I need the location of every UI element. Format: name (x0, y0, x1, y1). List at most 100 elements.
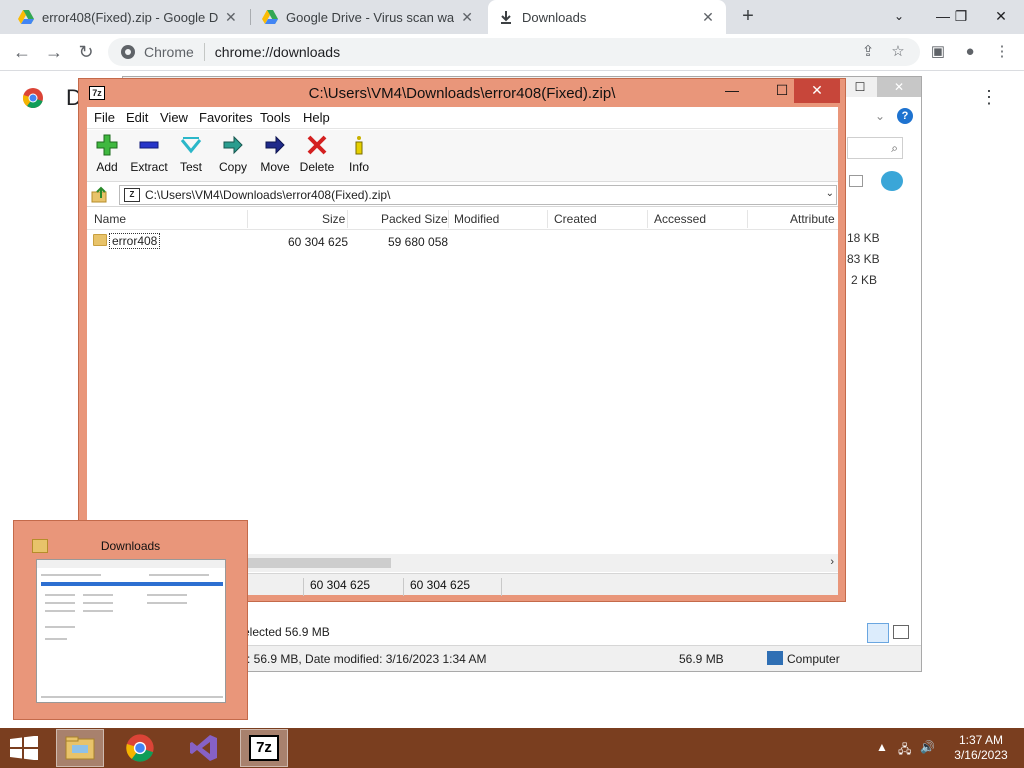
scroll-right-icon[interactable]: › (830, 556, 834, 568)
copy-button[interactable]: Copy (209, 134, 257, 174)
tab-title: error408(Fixed).zip - Google Drive (42, 9, 218, 25)
up-folder-icon[interactable] (91, 186, 109, 204)
show-hidden-icons-icon[interactable]: ▲ (876, 740, 888, 754)
col-separator (448, 210, 449, 228)
add-button[interactable]: Add (83, 134, 131, 174)
google-drive-icon (262, 10, 278, 24)
sevenzip-toolbar: Add Extract Test Copy Move Delete Info (87, 130, 838, 182)
help-icon[interactable]: ? (897, 108, 913, 124)
col-packed-size[interactable]: Packed Size (381, 212, 448, 226)
menu-help[interactable]: Help (303, 110, 330, 125)
selection-status: elected 56.9 MB (243, 625, 330, 639)
profile-avatar-icon[interactable]: ● (958, 40, 982, 64)
tab-google-drive-zip[interactable]: error408(Fixed).zip - Google Drive ✕ (8, 0, 248, 34)
close-icon[interactable]: ✕ (794, 79, 840, 103)
tab-downloads[interactable]: Downloads ✕ (488, 0, 726, 34)
chrome-menu-icon[interactable]: ⋮ (990, 40, 1014, 64)
more-options-icon[interactable]: ⋮ (980, 87, 998, 108)
network-icon[interactable]: 🖧 (898, 740, 911, 761)
move-button[interactable]: Move (251, 134, 299, 174)
path-text: C:\Users\VM4\Downloads\error408(Fixed).z… (145, 188, 391, 202)
menu-favorites[interactable]: Favorites (199, 110, 252, 125)
tab-virus-scan-warning[interactable]: Google Drive - Virus scan warning ✕ (252, 0, 484, 34)
omnibox-divider (203, 43, 205, 61)
reload-icon[interactable]: ↻ (74, 40, 98, 64)
status-total-size: 60 304 625 (310, 578, 371, 592)
taskbar-clock[interactable]: 1:37 AM 3/16/2023 (946, 733, 1016, 763)
address-bar[interactable]: Chrome chrome://downloads (108, 38, 920, 66)
explorer-dropdown-icon[interactable]: ⌄ (875, 109, 885, 123)
table-row[interactable]: error408 60 304 625 59 680 058 (87, 231, 838, 251)
maximize-icon[interactable]: ☐ (769, 79, 795, 103)
info-label: Info (348, 160, 369, 174)
chrome-icon (126, 734, 154, 762)
file-name: error408 (109, 233, 161, 249)
google-drive-icon (18, 10, 34, 24)
chevron-down-icon[interactable]: ⌄ (826, 188, 834, 199)
windows-start-icon[interactable] (8, 736, 40, 760)
extract-button[interactable]: Extract (125, 134, 173, 174)
thumb-line (45, 602, 75, 604)
taskbar-visual-studio[interactable] (180, 729, 228, 767)
sevenzip-icon: 7z (249, 735, 279, 761)
side-panel-icon[interactable]: ▣ (926, 40, 950, 64)
col-created[interactable]: Created (554, 212, 597, 226)
chrome-site-icon (121, 45, 135, 59)
thumb-ribbon (41, 582, 223, 586)
preview-thumbnail[interactable] (36, 559, 226, 703)
delete-label: Delete (299, 160, 335, 174)
status-info: : 56.9 MB, Date modified: 3/16/2023 1:34… (247, 652, 487, 666)
menu-file[interactable]: File (94, 110, 115, 125)
chrome-toolbar: ← → ↻ Chrome chrome://downloads ⇪ ☆ ▣ ● … (0, 34, 1024, 71)
extract-icon (139, 141, 159, 149)
shell-icon (881, 171, 903, 191)
explorer-maximize-icon[interactable]: ☐ (845, 77, 875, 97)
thumb-line (83, 594, 113, 596)
tab-search-icon[interactable]: ⌄ (882, 0, 916, 32)
menu-tools[interactable]: Tools (260, 110, 290, 125)
test-button[interactable]: Test (167, 134, 215, 174)
volume-icon[interactable]: 🔊 (920, 740, 935, 754)
taskbar-thumbnail-preview[interactable]: Downloads (13, 520, 248, 720)
col-accessed[interactable]: Accessed (654, 212, 706, 226)
copy-label: Copy (218, 160, 247, 174)
col-attributes[interactable]: Attribute (790, 212, 835, 226)
file-size: 60 304 625 (288, 235, 349, 249)
path-combobox[interactable]: Z C:\Users\VM4\Downloads\error408(Fixed)… (119, 185, 837, 205)
menu-edit[interactable]: Edit (126, 110, 148, 125)
close-icon[interactable]: ✕ (700, 9, 716, 26)
col-name[interactable]: Name (94, 212, 126, 226)
new-tab-button[interactable]: + (736, 4, 760, 28)
share-icon[interactable]: ⇪ (856, 40, 880, 64)
chrome-logo-icon (22, 88, 43, 109)
tab-title: Downloads (522, 9, 587, 25)
thumb-line (83, 602, 113, 604)
minimize-icon[interactable]: — (719, 79, 745, 103)
col-separator (647, 210, 648, 228)
preview-view-icon[interactable] (893, 625, 909, 639)
col-size[interactable]: Size (322, 212, 345, 226)
chrome-tab-strip: error408(Fixed).zip - Google Drive ✕ Goo… (0, 0, 1024, 34)
info-button[interactable]: Info (335, 134, 383, 174)
move-label: Move (260, 160, 290, 174)
restore-icon[interactable]: ❐ (944, 0, 978, 32)
bookmark-star-icon[interactable]: ☆ (886, 40, 910, 64)
sevenzip-titlebar: 7z C:\Users\VM4\Downloads\error408(Fixed… (79, 79, 845, 107)
close-icon[interactable]: ✕ (224, 9, 238, 26)
close-icon[interactable]: ✕ (460, 9, 474, 26)
close-window-icon[interactable]: ✕ (984, 0, 1018, 32)
menu-view[interactable]: View (160, 110, 188, 125)
details-view-icon[interactable] (867, 623, 889, 643)
col-separator (747, 210, 748, 228)
explorer-search-icon[interactable]: ⌕ (847, 137, 903, 159)
taskbar-7zip[interactable]: 7z (240, 729, 288, 767)
file-size: 18 KB (847, 231, 880, 245)
back-icon[interactable]: ← (10, 40, 34, 64)
delete-button[interactable]: Delete (293, 134, 341, 174)
explorer-close-icon[interactable]: ✕ (877, 77, 921, 97)
taskbar-chrome[interactable] (116, 729, 164, 767)
col-modified[interactable]: Modified (454, 212, 499, 226)
taskbar-file-explorer[interactable] (56, 729, 104, 767)
forward-icon[interactable]: → (42, 40, 66, 64)
view-toggle-icon[interactable] (849, 175, 863, 187)
